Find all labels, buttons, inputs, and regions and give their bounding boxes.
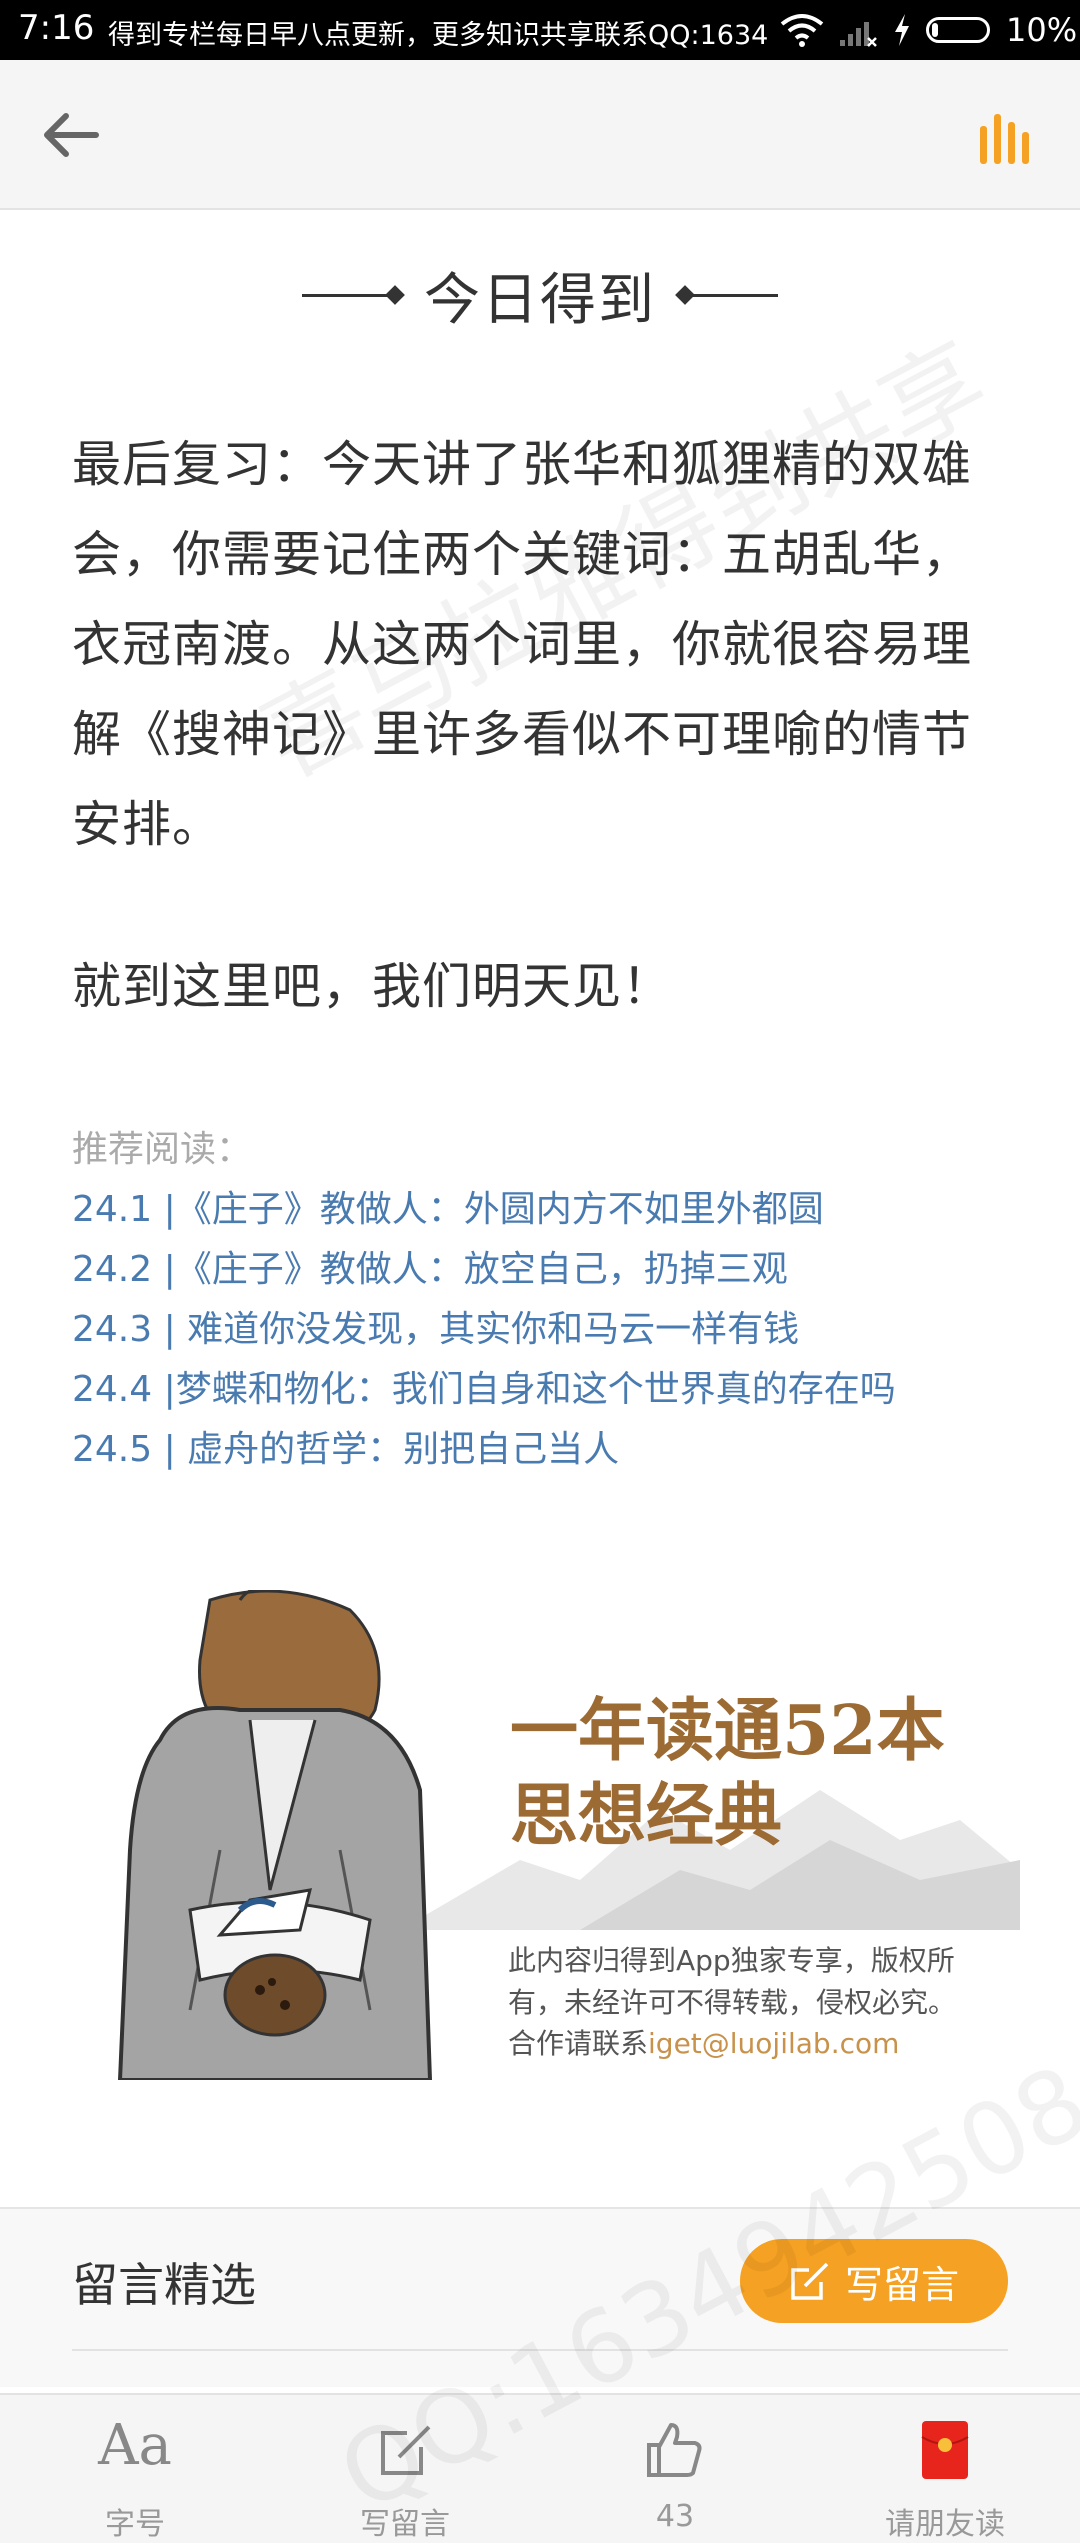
write-comment-tab-label: 写留言 xyxy=(360,2507,450,2542)
edit-icon xyxy=(791,2262,829,2300)
status-notice: 得到专栏每日早八点更新，更多知识共享联系QQ:1634942508 xyxy=(108,20,768,51)
promo-banner: 一年读通52本 思想经典 此内容归得到App独家专享，版权所有，未经许可不得转载… xyxy=(100,1590,1030,2090)
red-packet-icon xyxy=(921,2421,969,2479)
thumbs-up-icon xyxy=(647,2423,702,2477)
invite-friend-label: 请朋友读 xyxy=(885,2507,1005,2542)
review-paragraph: 最后复习：今天讲了张华和狐狸精的双雄会，你需要记住两个关键词：五胡乱华，衣冠南渡… xyxy=(72,436,973,853)
ornament-right-line xyxy=(686,293,778,297)
comments-bar: 留言精选 写留言 xyxy=(0,2207,1080,2387)
battery-icon xyxy=(926,17,990,43)
status-icons: 10% xyxy=(780,8,1077,52)
closing-block: 就到这里吧，我们明天见！ xyxy=(72,942,1008,1032)
recommended-link[interactable]: 24.2 |《庄子》教做人：放空自己，扔掉三观 xyxy=(72,1240,1008,1300)
font-size-button[interactable]: Aa 字号 xyxy=(35,2409,235,2542)
ornament-left-line xyxy=(302,293,394,297)
recommended-link[interactable]: 24.5 | 虚舟的哲学：别把自己当人 xyxy=(72,1420,1008,1480)
nav-bar xyxy=(0,60,1080,210)
banner-contact-prefix: 合作请联系 xyxy=(508,2027,649,2060)
wifi-icon xyxy=(780,14,824,47)
write-comment-label: 写留言 xyxy=(844,2262,959,2307)
banner-copyright: 此内容归得到App独家专享，版权所有，未经许可不得转载，侵权必究。 xyxy=(508,1944,957,2019)
recommended-link[interactable]: 24.1 |《庄子》教做人：外圆内方不如里外都圆 xyxy=(72,1180,1008,1240)
closing-paragraph: 就到这里吧，我们明天见！ xyxy=(72,958,673,1015)
recommended-link[interactable]: 24.3 | 难道你没发现，其实你和马云一样有钱 xyxy=(72,1300,1008,1360)
like-button[interactable]: 43 xyxy=(575,2409,775,2539)
ornament-left-diamond xyxy=(385,285,405,305)
status-time: 7:16 xyxy=(18,8,95,48)
recommended-reading: 推荐阅读： 24.1 |《庄子》教做人：外圆内方不如里外都圆 24.2 |《庄子… xyxy=(72,1120,1008,1480)
audio-bars-icon[interactable] xyxy=(970,108,1040,168)
font-size-icon: Aa xyxy=(98,2413,172,2478)
status-bar: 7:16 得到专栏每日早八点更新，更多知识共享联系QQ:1634942508 1… xyxy=(0,0,1080,60)
battery-percent: 10% xyxy=(1006,11,1078,49)
bottom-toolbar: Aa 字号 写留言 43 请朋友读 xyxy=(0,2393,1080,2543)
article-body: 最后复习：今天讲了张华和狐狸精的双雄会，你需要记住两个关键词：五胡乱华，衣冠南渡… xyxy=(72,420,1008,870)
back-arrow-icon[interactable] xyxy=(36,105,106,165)
comments-title: 留言精选 xyxy=(72,2258,256,2312)
recommended-link[interactable]: 24.4 |梦蝶和物化：我们自身和这个世界真的存在吗 xyxy=(72,1360,1008,1420)
recommended-title: 推荐阅读： xyxy=(72,1129,253,1170)
banner-headline-2: 思想经典 xyxy=(510,1776,783,1856)
section-title: 今日得到 xyxy=(424,267,656,333)
charging-icon xyxy=(895,14,909,46)
signal-icon xyxy=(840,22,877,47)
write-comment-tab[interactable]: 写留言 xyxy=(305,2409,505,2542)
comments-divider xyxy=(72,2349,1008,2351)
bear-scholar-illustration xyxy=(117,1590,433,2080)
banner-contact: 合作请联系iget@luojilab.com xyxy=(508,2022,899,2062)
edit-icon xyxy=(381,2425,431,2475)
font-size-label: 字号 xyxy=(105,2507,165,2542)
invite-friend-button[interactable]: 请朋友读 xyxy=(845,2409,1045,2542)
write-comment-button[interactable]: 写留言 xyxy=(740,2239,1008,2323)
like-count: 43 xyxy=(655,2499,695,2534)
banner-contact-email[interactable]: iget@luojilab.com xyxy=(648,2027,899,2060)
section-title-wrap: 今日得到 xyxy=(0,255,1080,335)
